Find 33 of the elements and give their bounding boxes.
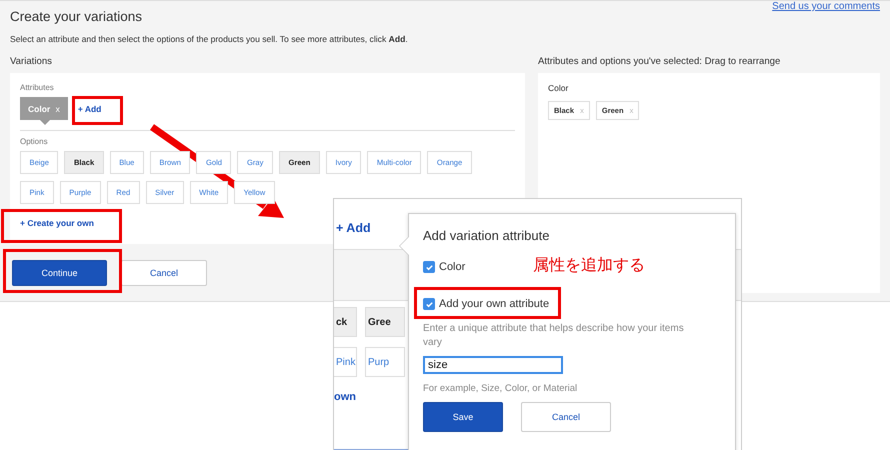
checkbox-label: Add your own attribute [439,298,550,310]
attributes-label: Attributes [20,83,55,92]
attribute-tag[interactable]: Color x [20,97,68,120]
cancel-button[interactable]: Cancel [121,260,207,286]
annotation-text: 属性を追加する [533,256,645,276]
option-chip[interactable]: Pink [334,347,357,377]
instructions-text: Select an attribute and then select the options of the products you sell. To see more attributes, click Add. [10,34,409,44]
popup-title: Add variation attribute [423,228,550,243]
option-chip[interactable]: Gree [365,307,405,337]
section-heading: Variations [10,56,53,67]
options-label: Options [20,137,49,146]
checkbox[interactable] [423,298,435,310]
hint-text: Enter a unique attribute that helps describe how your items vary [423,322,685,350]
checkmark-icon [424,262,434,272]
pointer-icon [40,120,50,125]
feedback-link[interactable]: Send us your comments [772,1,880,12]
checkbox[interactable] [423,261,435,273]
section-heading: Attributes and options you've selected: Drag to rearrange [538,56,782,67]
option-chip[interactable]: ck [334,307,357,337]
group-name: Color [548,83,570,93]
example-text: For example, Size, Color, or Material [423,383,578,394]
checkbox-label: Color [439,261,466,273]
highlight-frame [72,96,123,125]
page-title: Create your variations [10,8,142,24]
add-link[interactable]: + Add [336,221,371,235]
cancel-button[interactable]: Cancel [521,402,611,432]
create-link[interactable]: + Create your own [20,218,94,228]
option-chip[interactable]: Purp [365,347,405,377]
save-button[interactable]: Save [423,402,503,432]
continue-button[interactable]: Continue [12,260,107,286]
add-link[interactable]: + Add [74,104,106,114]
checkmark-icon [424,300,434,308]
attribute-input[interactable]: size [423,356,563,374]
